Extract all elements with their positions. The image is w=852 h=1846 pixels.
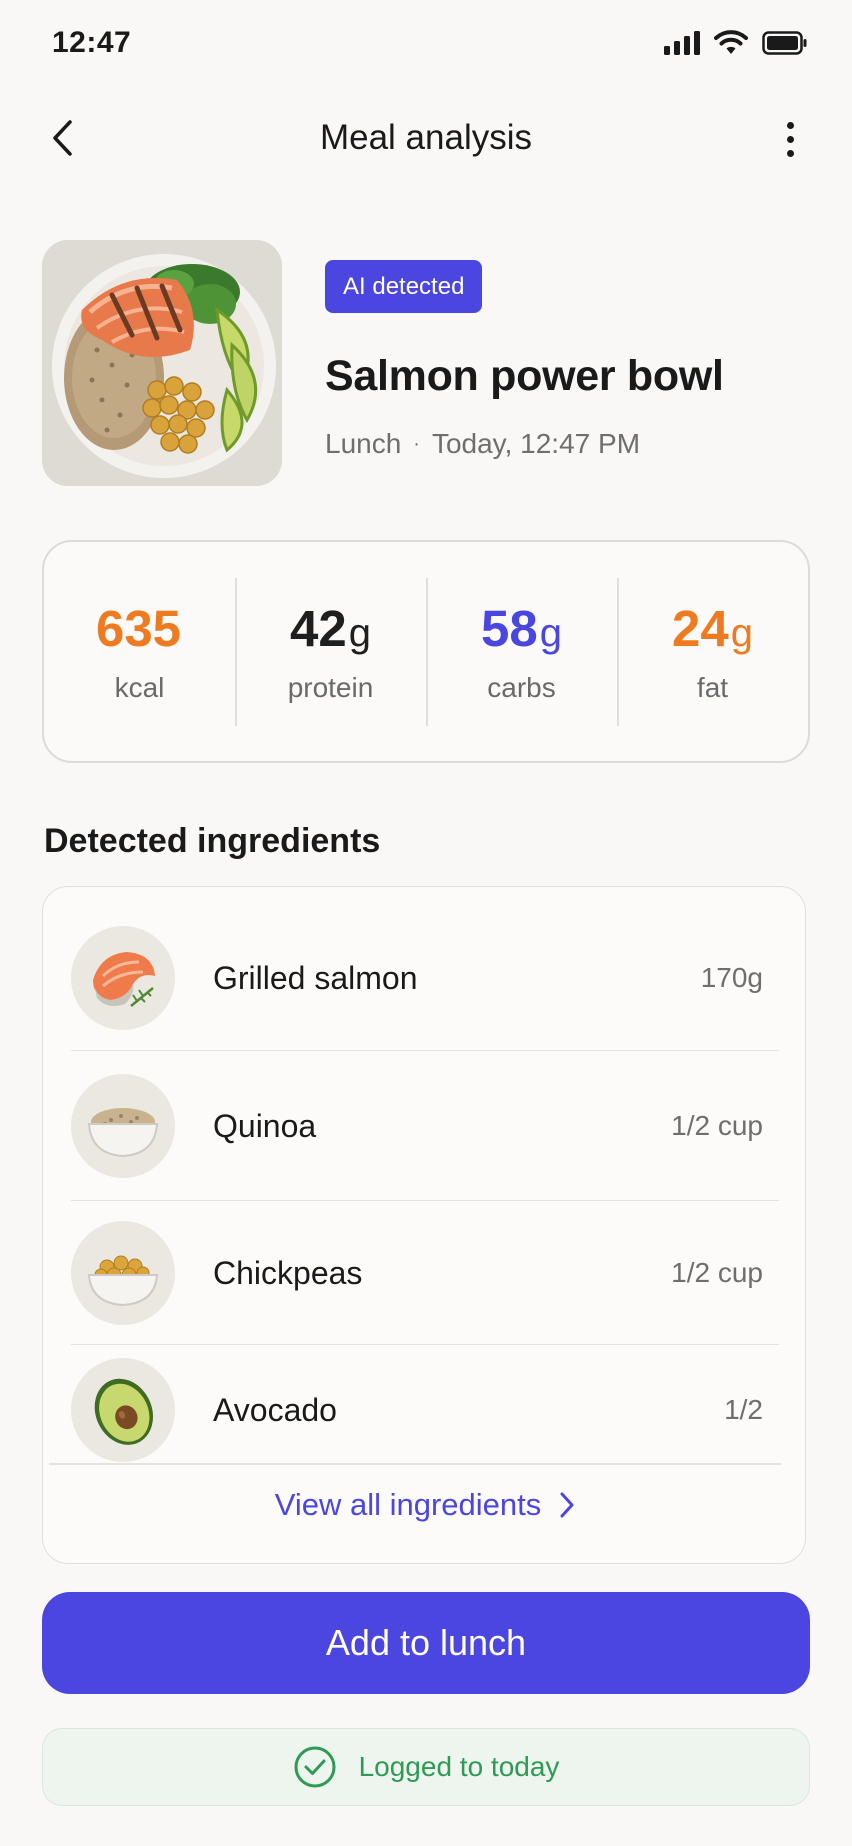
meal-timestamp: Today, 12:47 PM <box>431 428 641 459</box>
salmon-bowl-image <box>42 240 282 486</box>
logged-status-label: Logged to today <box>358 1751 560 1782</box>
ingredient-row[interactable]: Grilled salmon 170g <box>71 905 779 1051</box>
more-dot <box>786 135 794 143</box>
meal-name: Salmon power bowl <box>325 352 724 400</box>
ai-detected-badge: AI detected <box>325 260 483 313</box>
nutrition-summary-card: 635 kcal 42 g protein 58 g carbs 24 g fa… <box>42 540 810 763</box>
wifi-icon <box>714 30 748 54</box>
status-icons <box>664 30 808 56</box>
nutrition-protein: 42 g protein <box>235 577 426 726</box>
row-divider <box>49 1463 781 1465</box>
nutrition-number: 24 <box>672 600 729 657</box>
add-to-lunch-button[interactable]: Add to lunch <box>42 1592 810 1694</box>
nutrition-unit: g <box>348 611 371 655</box>
view-all-ingredients-link[interactable]: View all ingredients <box>43 1487 807 1523</box>
ingredient-name: Avocado <box>213 1391 337 1428</box>
nutrition-label: kcal <box>114 672 165 703</box>
nutrition-label: fat <box>696 672 729 703</box>
ingredient-name: Quinoa <box>213 1107 317 1144</box>
view-all-label: View all ingredients <box>274 1487 542 1522</box>
nutrition-number: 58 <box>481 600 538 657</box>
check-circle-icon <box>294 1746 336 1788</box>
cellular-signal-icon <box>664 31 700 55</box>
nutrition-label: carbs <box>487 672 556 703</box>
nutrition-unit: g <box>539 611 562 655</box>
quinoa-bowl-icon <box>71 1074 175 1178</box>
ingredients-card: Grilled salmon 170g Quinoa 1/2 cup Chick… <box>42 886 806 1564</box>
ingredient-row[interactable]: Chickpeas 1/2 cup <box>71 1201 779 1345</box>
page-title: Meal analysis <box>319 118 533 157</box>
nutrition-carbs: 58 g carbs <box>426 577 617 726</box>
nutrition-fat: 24 g fat <box>617 577 808 726</box>
nutrition-number: 635 <box>95 600 182 657</box>
ingredient-quantity: 1/2 cup <box>671 1257 763 1288</box>
nutrition-value: 58 g <box>481 599 562 658</box>
ingredient-quantity: 1/2 <box>724 1394 763 1425</box>
chickpea-bowl-icon <box>71 1221 175 1325</box>
meal-photo <box>42 240 282 486</box>
more-dot <box>786 149 794 157</box>
meta-separator: · <box>413 432 420 455</box>
avocado-icon <box>71 1358 175 1462</box>
meal-type: Lunch <box>325 428 402 459</box>
ingredient-name: Grilled salmon <box>213 959 418 996</box>
ingredient-row[interactable]: Quinoa 1/2 cup <box>71 1051 779 1201</box>
status-bar: 12:47 <box>0 0 852 90</box>
nutrition-value: 635 <box>96 599 183 658</box>
logged-status-banner: Logged to today <box>42 1728 810 1806</box>
meal-meta: Lunch · Today, 12:47 PM <box>325 428 640 460</box>
nutrition-unit: g <box>730 611 753 655</box>
more-dot <box>786 121 794 129</box>
ingredient-row[interactable]: Avocado 1/2 <box>71 1345 779 1475</box>
ingredient-quantity: 170g <box>700 962 763 993</box>
salmon-steak-icon <box>71 926 175 1030</box>
nutrition-label: protein <box>287 672 374 703</box>
nutrition-kcal: 635 kcal <box>44 578 235 726</box>
status-time: 12:47 <box>52 26 132 59</box>
app-header: Meal analysis <box>0 100 852 180</box>
ingredients-section-title: Detected ingredients <box>44 822 381 860</box>
chevron-right-icon <box>560 1492 574 1518</box>
nutrition-value: 42 g <box>290 599 371 658</box>
ingredient-name: Chickpeas <box>213 1254 363 1291</box>
more-options-button[interactable] <box>768 114 812 164</box>
ingredient-quantity: 1/2 cup <box>671 1110 763 1141</box>
nutrition-number: 42 <box>290 600 347 657</box>
nutrition-value: 24 g <box>672 599 753 658</box>
battery-icon <box>762 31 807 55</box>
